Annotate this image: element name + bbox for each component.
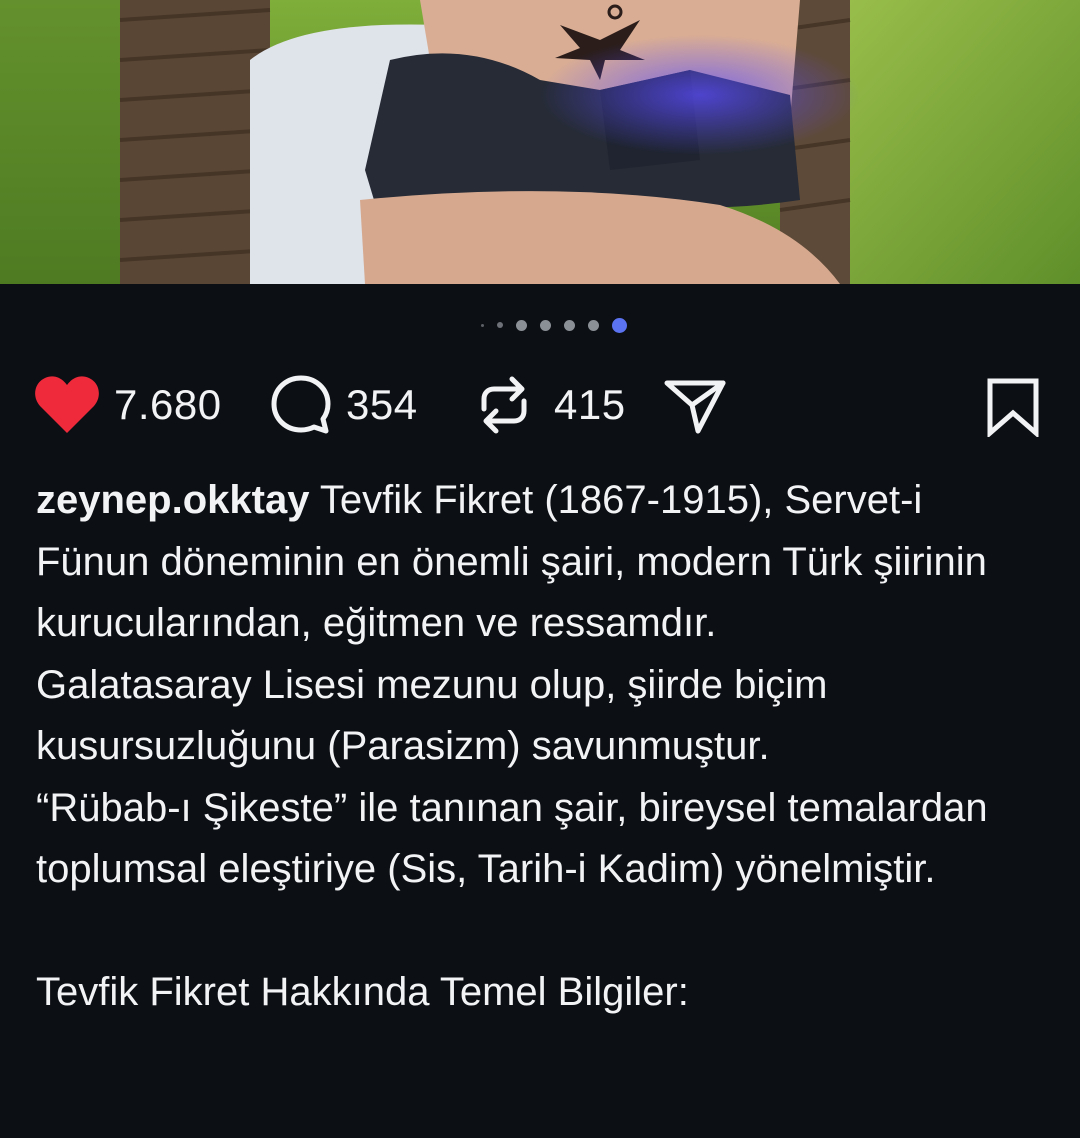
caption-username[interactable]: zeynep.okktay — [36, 478, 309, 522]
carousel-dot — [564, 319, 575, 331]
repost-button[interactable]: 415 — [474, 360, 626, 450]
comment-button[interactable]: 354 — [268, 360, 418, 450]
comment-count: 354 — [346, 381, 418, 428]
post-caption: zeynep.okktay Tevfik Fikret (1867-1915),… — [36, 470, 1046, 1024]
post-image[interactable] — [0, 0, 1080, 284]
repost-icon — [481, 376, 527, 434]
carousel-dot — [588, 319, 599, 331]
carousel-dot — [481, 323, 484, 327]
post-action-bar: 7.680 354 415 — [0, 360, 1080, 450]
bookmark-button[interactable] — [984, 360, 1042, 450]
like-button[interactable]: 7.680 — [34, 360, 222, 450]
carousel-dot — [516, 319, 527, 331]
like-count: 7.680 — [114, 381, 222, 428]
carousel-dot — [540, 319, 551, 331]
carousel-dot-active — [612, 317, 627, 333]
share-icon — [664, 380, 726, 434]
carousel-indicator — [0, 312, 1080, 338]
repost-count: 415 — [554, 381, 626, 428]
carousel-dot — [497, 322, 503, 328]
post-photo-illustration — [0, 0, 1080, 284]
comment-icon — [271, 375, 331, 434]
bookmark-icon — [987, 378, 1039, 437]
heart-icon — [35, 376, 99, 433]
share-button[interactable] — [662, 360, 728, 450]
caption-text: Tevfik Fikret (1867-1915), Servet-i Fünu… — [36, 478, 988, 1014]
